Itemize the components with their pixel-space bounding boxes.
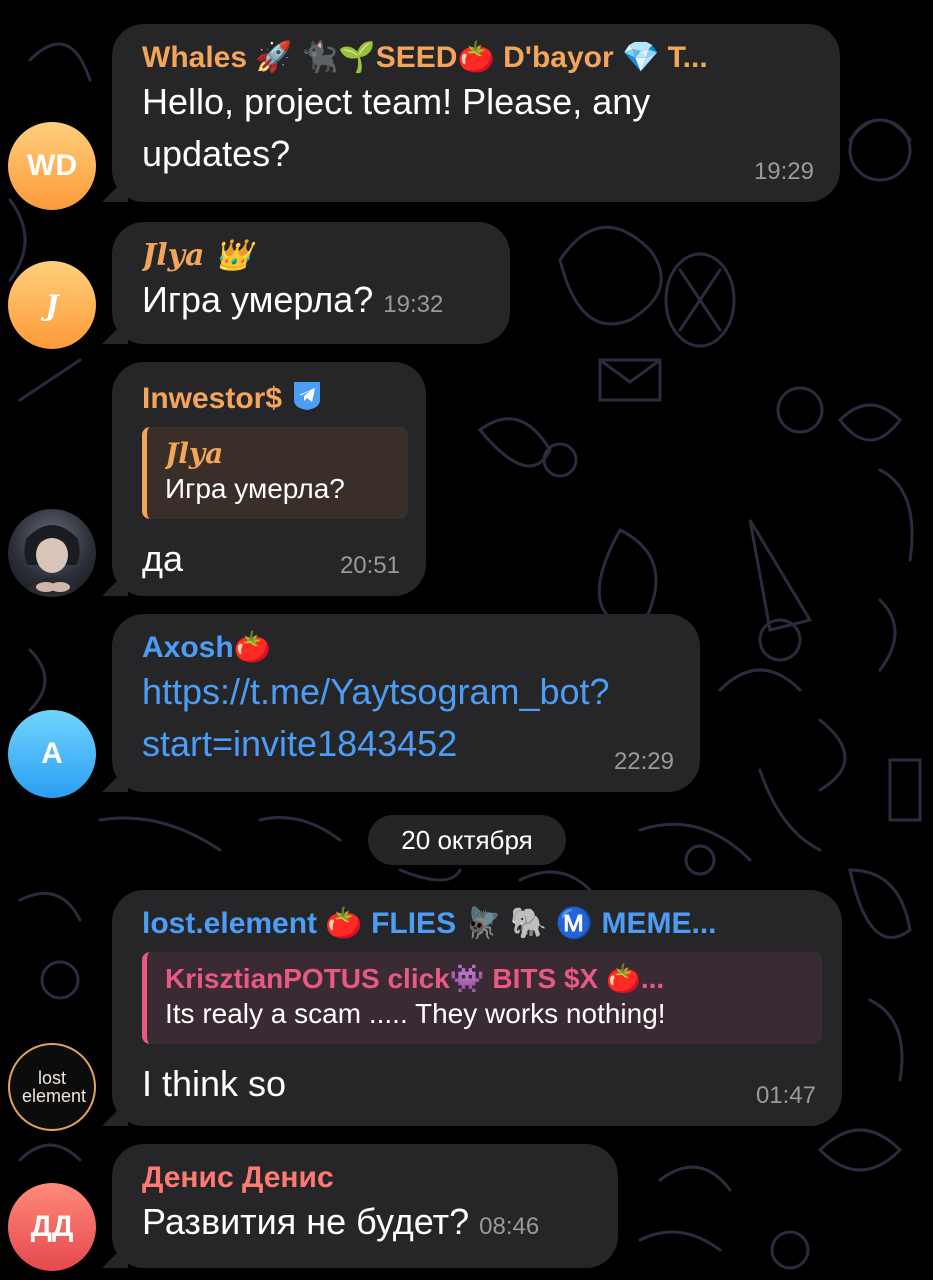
sender-name[interactable]: lost.element 🍅 FLIES 🪰 🐘 Ⓜ️ MEME... [142,906,816,942]
message-time: 19:29 [753,158,814,185]
message-time: 19:32 [383,291,444,318]
avatar-a[interactable]: A [8,710,96,798]
sender-name[interactable]: Inwestor$ [142,378,400,417]
message-time: 08:46 [479,1213,540,1240]
message-text: Игра умерла? 19:32 [142,279,444,320]
avatar-j[interactable]: J [8,261,96,349]
reply-text: Игра умерла? [165,473,345,504]
date-separator: 20 октября [368,815,566,865]
invite-link[interactable]: https://t.me/Yaytsogram_bot? start=invite… [142,666,674,770]
reply-sender: KrisztianPOTUS click👾 BITS $X 🍅... [165,963,665,994]
message-bubble[interactable]: Inwestor$ Jlya Игра умерла? да 20:51 [112,362,426,596]
sender-name[interactable]: Денис Денис [142,1160,592,1196]
message-bubble[interactable]: lost.element 🍅 FLIES 🪰 🐘 Ⓜ️ MEME... Kris… [112,890,842,1126]
message-text: Hello, project team! Please, any updates… [142,81,651,174]
message-time: 01:47 [755,1082,816,1109]
sender-name[interactable]: Jlya 👑 [142,238,484,274]
avatar-dd[interactable]: ДД [8,1183,96,1271]
sender-name[interactable]: Axosh🍅 [142,630,674,666]
message-text: Развития не будет? 08:46 [142,1201,540,1242]
message-bubble[interactable]: Jlya 👑 Игра умерла? 19:32 [112,222,510,344]
anime-portrait-icon [18,525,86,597]
reply-quote[interactable]: Jlya Игра умерла? [142,427,408,519]
reply-sender: Jlya [165,437,224,470]
message-time: 20:51 [339,552,400,579]
message-bubble[interactable]: Axosh🍅 https://t.me/Yaytsogram_bot? start… [112,614,700,792]
avatar-lost-element[interactable]: lost element [8,1043,96,1131]
reply-text: Its realy a scam ..... They works nothin… [165,998,666,1029]
reply-quote[interactable]: KrisztianPOTUS click👾 BITS $X 🍅... Its r… [142,952,822,1044]
message-time: 22:29 [613,748,674,775]
sender-name[interactable]: Whales 🚀 🐈‍⬛🌱SEED🍅 D'bayor 💎 T... [142,40,814,76]
message-bubble[interactable]: Whales 🚀 🐈‍⬛🌱SEED🍅 D'bayor 💎 T... Hello,… [112,24,840,202]
message-bubble[interactable]: Денис Денис Развития не будет? 08:46 [112,1144,618,1268]
message-text: I think so [142,1063,287,1104]
avatar-anime-portrait[interactable] [8,509,96,597]
avatar-wd[interactable]: WD [8,122,96,210]
telegram-icon [294,382,321,410]
